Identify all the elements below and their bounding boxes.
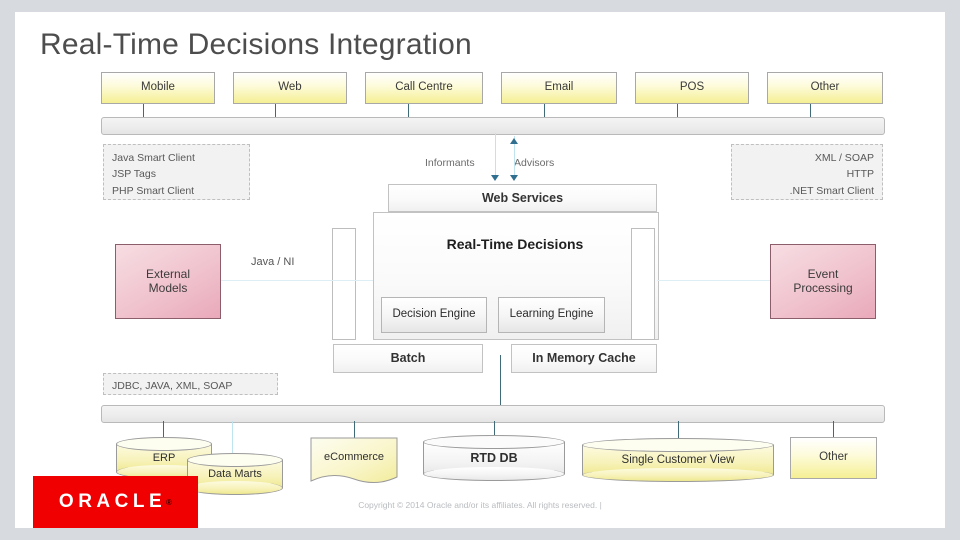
connector-external-models <box>221 280 373 281</box>
channel-label: Email <box>544 81 574 94</box>
connector-core-to-data-bus <box>500 355 501 405</box>
event-processing-box[interactable]: Event Processing <box>770 244 876 319</box>
data-source-single-customer-view[interactable]: Single Customer View <box>582 438 774 482</box>
arrow-advisors-down <box>510 175 518 181</box>
data-source-ecommerce[interactable]: eCommerce <box>310 437 398 485</box>
channel-box-web[interactable]: Web <box>233 72 347 104</box>
data-source-label: eCommerce <box>324 451 384 463</box>
connector-source-ecommerce <box>354 421 355 438</box>
real-time-decisions-title: Real-Time Decisions <box>373 234 657 254</box>
client-stack-left: Java Smart Client JSP Tags PHP Smart Cli… <box>103 144 250 200</box>
right-adapter-column <box>631 228 655 340</box>
channel-box-mobile[interactable]: Mobile <box>101 72 215 104</box>
connector-event-processing <box>657 280 770 281</box>
learning-engine-label: Learning Engine <box>509 308 594 321</box>
connector-informants-down <box>495 133 496 176</box>
label-informants: Informants <box>425 157 475 169</box>
data-source-label: Data Marts <box>208 468 262 480</box>
slide-canvas: Real-Time Decisions Integration Mobile W… <box>15 12 945 528</box>
channel-box-other[interactable]: Other <box>767 72 883 104</box>
client-stack-right: XML / SOAP HTTP .NET Smart Client <box>731 144 883 200</box>
data-source-label: RTD DB <box>470 451 518 465</box>
in-memory-cache-box[interactable]: In Memory Cache <box>511 344 657 373</box>
data-source-data-marts[interactable]: Data Marts <box>187 453 283 495</box>
arrow-informants-down <box>491 175 499 181</box>
connector-source-other <box>833 421 834 438</box>
data-protocols-callout: JDBC, JAVA, XML, SOAP <box>103 373 278 395</box>
connector-source-data-marts <box>232 421 233 453</box>
data-source-other[interactable]: Other <box>790 437 877 479</box>
channel-label: Mobile <box>141 81 175 94</box>
channel-box-call-centre[interactable]: Call Centre <box>365 72 483 104</box>
channel-label: Other <box>810 81 840 94</box>
channel-label: Call Centre <box>395 81 453 94</box>
page-title: Real-Time Decisions Integration <box>40 28 472 61</box>
left-adapter-column <box>332 228 356 340</box>
web-services-label: Web Services <box>481 190 564 205</box>
data-source-rtd-db[interactable]: RTD DB <box>423 435 565 481</box>
decision-engine-label: Decision Engine <box>392 308 476 321</box>
data-bus-bar <box>101 405 885 423</box>
label-advisors: Advisors <box>514 157 555 169</box>
core-title-label: Real-Time Decisions <box>446 235 584 252</box>
copyright-notice: Copyright © 2014 Oracle and/or its affil… <box>358 500 602 510</box>
batch-box[interactable]: Batch <box>333 344 483 373</box>
data-source-label: Other <box>819 451 848 464</box>
decision-engine-box[interactable]: Decision Engine <box>381 297 487 333</box>
connector-source-scv <box>678 421 679 438</box>
in-memory-cache-label: In Memory Cache <box>532 351 636 366</box>
batch-label: Batch <box>390 351 426 366</box>
arrow-advisors-up <box>510 138 518 144</box>
channel-box-pos[interactable]: POS <box>635 72 749 104</box>
channel-label: Web <box>278 81 302 94</box>
channel-bus-bar <box>101 117 885 135</box>
web-services-box[interactable]: Web Services <box>388 184 657 212</box>
data-source-label: Single Customer View <box>621 454 735 466</box>
learning-engine-box[interactable]: Learning Engine <box>498 297 605 333</box>
external-models-box[interactable]: External Models <box>115 244 221 319</box>
label-java-ni: Java / NI <box>251 256 295 268</box>
channel-label: POS <box>679 81 705 94</box>
connector-source-erp <box>163 421 164 438</box>
channel-box-email[interactable]: Email <box>501 72 617 104</box>
